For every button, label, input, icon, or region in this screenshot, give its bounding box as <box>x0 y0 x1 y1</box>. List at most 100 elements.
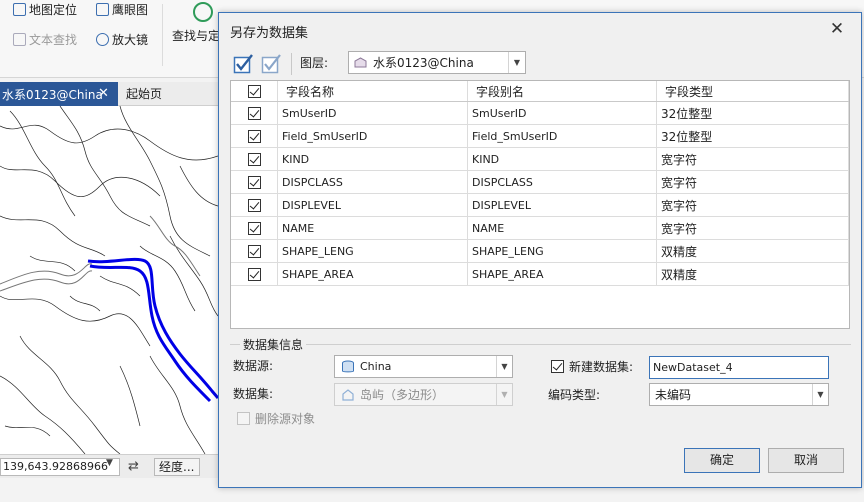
header-field-alias: 字段别名 <box>468 81 657 101</box>
delete-source-label: 删除源对象 <box>255 412 316 426</box>
eagle-eye-icon <box>96 3 109 16</box>
group-title: 数据集信息 <box>240 336 307 353</box>
eagle-eye-label: 鹰眼图 <box>112 3 149 17</box>
row-checkbox[interactable] <box>247 106 261 120</box>
header-check-cell[interactable] <box>231 81 278 101</box>
header-checkbox[interactable] <box>247 84 261 98</box>
tab-close-icon[interactable]: ✕ <box>98 86 109 101</box>
map-canvas[interactable] <box>0 106 218 454</box>
grid-header: 字段名称 字段别名 字段类型 <box>231 81 849 102</box>
coordinate-field[interactable]: 139,643.92868966 <box>0 458 120 476</box>
chevron-down-icon[interactable]: ▼ <box>508 52 525 73</box>
field-alias[interactable]: KIND <box>472 153 499 166</box>
field-type: 宽字符 <box>661 221 698 236</box>
field-grid: 字段名称 字段别名 字段类型 SmUserID SmUserID 32位整型 F… <box>230 80 850 329</box>
polygon-dataset-icon <box>342 388 354 401</box>
dataset-select[interactable]: 岛屿（多边形） ▼ <box>334 383 513 406</box>
chevron-down-icon[interactable]: ▼ <box>812 384 828 405</box>
new-dataset-checkbox[interactable] <box>551 360 564 373</box>
table-row[interactable]: KIND KIND 宽字符 <box>231 148 849 171</box>
status-bar: 139,643.92868966 ▼ ⇄ 经度... <box>0 454 218 478</box>
swap-icon[interactable]: ⇄ <box>128 459 139 474</box>
row-checkbox[interactable] <box>247 152 261 166</box>
eagle-eye-button[interactable]: 鹰眼图 <box>96 1 148 18</box>
field-type: 宽字符 <box>661 152 698 167</box>
toolbar-divider <box>291 53 292 75</box>
chevron-down-icon[interactable]: ▼ <box>496 356 512 377</box>
datasource-value: China <box>360 360 392 373</box>
field-alias[interactable]: SHAPE_LENG <box>472 245 544 258</box>
table-row[interactable]: SHAPE_LENG SHAPE_LENG 双精度 <box>231 240 849 263</box>
table-row[interactable]: Field_SmUserID Field_SmUserID 32位整型 <box>231 125 849 148</box>
field-name: SmUserID <box>282 106 337 120</box>
table-row[interactable]: DISPLEVEL DISPLEVEL 宽字符 <box>231 194 849 217</box>
encoding-select[interactable]: 未编码 ▼ <box>649 383 829 406</box>
field-name: KIND <box>282 152 310 166</box>
coordinate-value: 139,643.92868966 <box>3 460 108 473</box>
header-label: 字段名称 <box>286 84 335 99</box>
find-locate-label[interactable]: 查找与定 <box>172 27 220 44</box>
layer-select-value: 水系0123@China <box>373 56 474 70</box>
row-checkbox[interactable] <box>247 129 261 143</box>
dataset-value: 岛屿（多边形） <box>360 388 445 402</box>
polygon-layer-icon <box>354 57 367 68</box>
row-checkbox[interactable] <box>247 267 261 281</box>
field-name: NAME <box>282 221 315 235</box>
row-checkbox[interactable] <box>247 175 261 189</box>
field-alias[interactable]: Field_SmUserID <box>472 130 557 143</box>
header-label: 字段别名 <box>476 84 525 99</box>
tab-start-page[interactable]: 起始页 <box>126 85 162 102</box>
map-tab-bar: 水系0123@China ✕ 起始页 <box>0 82 218 106</box>
field-alias[interactable]: NAME <box>472 222 504 235</box>
find-locate-icon[interactable] <box>193 2 213 22</box>
degree-format-label: 经度... <box>159 460 195 474</box>
text-search-label: 文本查找 <box>29 33 78 47</box>
header-field-name: 字段名称 <box>278 81 468 101</box>
field-alias[interactable]: DISPCLASS <box>472 176 533 189</box>
text-search-icon <box>13 33 26 46</box>
field-alias[interactable]: SmUserID <box>472 107 526 120</box>
new-dataset-label: 新建数据集: <box>569 360 634 374</box>
row-checkbox[interactable] <box>247 244 261 258</box>
field-type: 宽字符 <box>661 175 698 190</box>
map-locate-icon <box>13 3 26 16</box>
field-name: SHAPE_LENG <box>282 244 354 258</box>
header-field-type: 字段类型 <box>657 81 849 101</box>
map-locate-button[interactable]: 地图定位 <box>13 1 77 18</box>
map-locate-label: 地图定位 <box>29 3 78 17</box>
table-row[interactable]: NAME NAME 宽字符 <box>231 217 849 240</box>
cancel-button[interactable]: 取消 <box>768 448 844 473</box>
encoding-value: 未编码 <box>655 388 692 402</box>
field-alias[interactable]: DISPLEVEL <box>472 199 531 212</box>
ok-label: 确定 <box>709 453 734 467</box>
chevron-down-icon[interactable]: ▼ <box>496 384 512 405</box>
river-map <box>0 106 218 454</box>
dataset-label: 数据集: <box>233 387 274 401</box>
degree-format-button[interactable]: 经度... <box>154 458 200 476</box>
close-icon[interactable]: ✕ <box>825 18 849 40</box>
invert-selection-icon[interactable] <box>261 54 281 74</box>
layer-select[interactable]: 水系0123@China ▼ <box>348 51 526 74</box>
magnifier-button[interactable]: 放大镜 <box>96 31 148 48</box>
field-name: SHAPE_AREA <box>282 267 354 281</box>
table-row[interactable]: SHAPE_AREA SHAPE_AREA 双精度 <box>231 263 849 286</box>
table-row[interactable]: DISPCLASS DISPCLASS 宽字符 <box>231 171 849 194</box>
row-checkbox[interactable] <box>247 221 261 235</box>
ok-button[interactable]: 确定 <box>684 448 760 473</box>
new-dataset-name-input[interactable]: NewDataset_4 <box>649 356 829 379</box>
dialog-title: 另存为数据集 <box>230 26 309 41</box>
select-all-icon[interactable] <box>233 54 253 74</box>
field-type: 宽字符 <box>661 198 698 213</box>
datasource-select[interactable]: China ▼ <box>334 355 513 378</box>
text-search-button[interactable]: 文本查找 <box>13 31 77 48</box>
magnifier-label: 放大镜 <box>112 33 149 47</box>
chevron-down-icon[interactable]: ▼ <box>106 458 113 468</box>
table-row[interactable]: SmUserID SmUserID 32位整型 <box>231 102 849 125</box>
field-type: 双精度 <box>661 267 698 282</box>
new-dataset-name-value: NewDataset_4 <box>653 361 733 374</box>
field-alias[interactable]: SHAPE_AREA <box>472 268 544 281</box>
cancel-label: 取消 <box>793 453 818 467</box>
row-checkbox[interactable] <box>247 198 261 212</box>
delete-source-checkbox[interactable] <box>237 412 250 425</box>
ribbon-separator <box>162 4 163 66</box>
